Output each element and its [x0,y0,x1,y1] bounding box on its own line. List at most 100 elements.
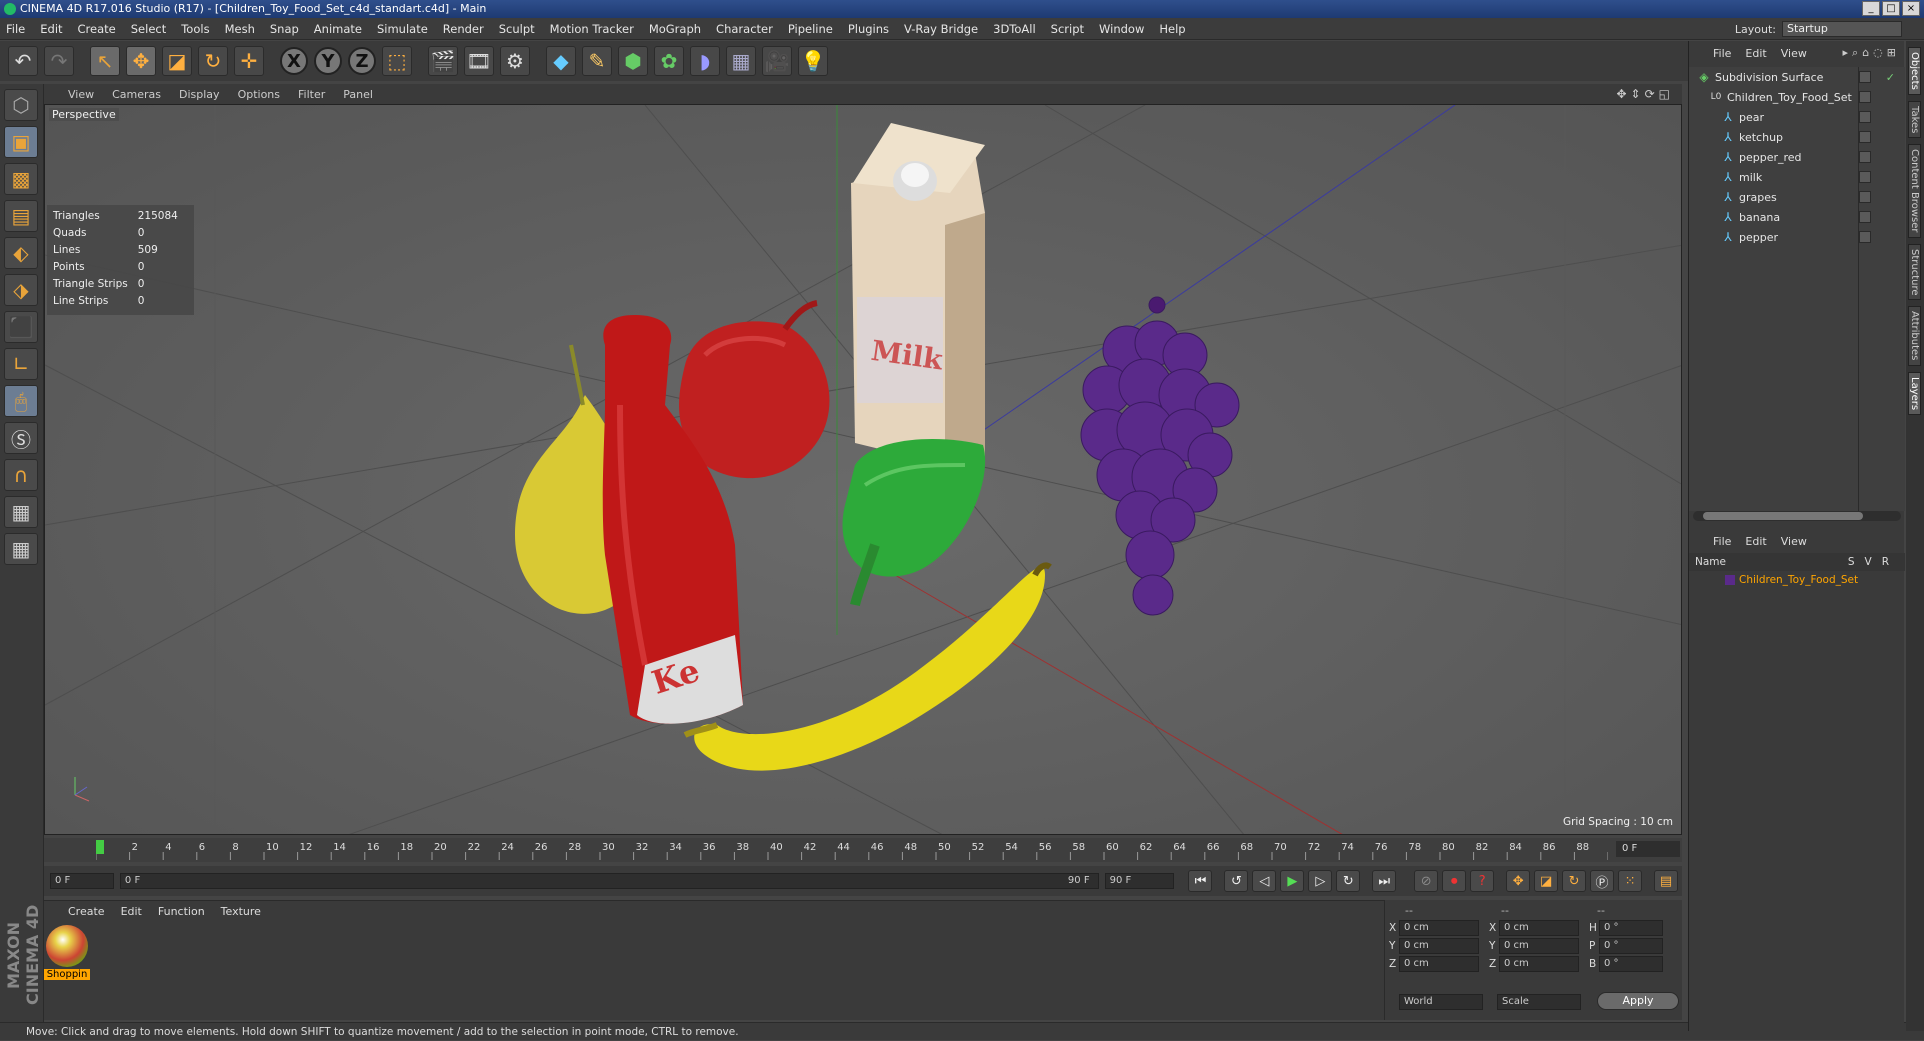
side-tab-content-browser[interactable]: Content Browser [1908,144,1921,238]
start-frame-field[interactable]: 0 F [50,873,114,889]
size-field[interactable]: 0 cm [1499,920,1579,936]
side-tab-attributes[interactable]: Attributes [1908,306,1921,366]
object-row-subdivision-surface[interactable]: ◈ Subdivision Surface ✓ [1689,67,1905,87]
viewport-nav-icons[interactable]: ✥⇕⟳◱ [1616,87,1674,101]
layers-menu-view[interactable]: View [1781,535,1807,548]
key-param-icon[interactable]: Ⓟ [1590,870,1615,892]
layers-menu-edit[interactable]: Edit [1745,535,1766,548]
maximize-button[interactable]: □ [1882,1,1900,16]
object-hscroll[interactable] [1693,511,1901,521]
key-position-icon[interactable]: ✥ [1506,870,1531,892]
rotate-tool-icon[interactable]: ↻ [198,46,228,76]
playhead[interactable] [96,840,104,854]
menu-3dtoall[interactable]: 3DToAll [993,22,1036,36]
menu-mesh[interactable]: Mesh [225,22,255,36]
enabled-check-icon[interactable]: ✓ [1886,71,1895,84]
visibility-tag[interactable] [1859,211,1871,223]
green-pepper[interactable] [842,439,986,607]
rotation-field[interactable]: 0 ° [1599,920,1663,936]
menu-file[interactable]: File [6,22,25,36]
x-axis-lock-button[interactable]: X [280,47,308,75]
workplane-grid-icon[interactable]: ▦ [4,533,38,565]
menu-animate[interactable]: Animate [314,22,362,36]
viewport-perspective[interactable]: Milk Ke Perspective Triangles 215084 Qua… [44,104,1682,835]
move-tool-icon[interactable]: ✥ [126,46,156,76]
mograph-cloner-icon[interactable]: ✿ [654,46,684,76]
camera-icon[interactable]: 🎥 [762,46,792,76]
object-row-banana[interactable]: ⅄ banana [1689,207,1905,227]
tweak-mode-icon[interactable]: 🖱 [4,385,38,417]
menu-sculpt[interactable]: Sculpt [499,22,535,36]
object-row-milk[interactable]: ⅄ milk [1689,167,1905,187]
side-tab-takes[interactable]: Takes [1908,100,1921,139]
timeline-ruler[interactable]: 0246810121416182022242628303234363840424… [96,840,1608,860]
go-to-start-icon[interactable]: ⏮ [1188,870,1213,892]
menu-render[interactable]: Render [443,22,484,36]
apply-button[interactable]: Apply [1597,992,1679,1010]
keyframe-selection-icon[interactable]: ⊘ [1414,870,1439,892]
object-row-pepper[interactable]: ⅄ pepper [1689,227,1905,247]
next-frame-icon[interactable]: ▷ [1308,870,1333,892]
viewport-menu-display[interactable]: Display [179,88,220,101]
deformer-icon[interactable]: ◗ [690,46,720,76]
prev-frame-icon[interactable]: ◁ [1252,870,1277,892]
position-field[interactable]: 0 cm [1399,938,1479,954]
objects-menu-view[interactable]: View [1781,47,1807,60]
visibility-tag[interactable] [1859,171,1871,183]
object-row-pepper-red[interactable]: ⅄ pepper_red [1689,147,1905,167]
menu-simulate[interactable]: Simulate [377,22,428,36]
menu-v-ray-bridge[interactable]: V-Ray Bridge [904,22,978,36]
workplane-mode-icon[interactable]: ▤ [4,200,38,232]
layers-menu-file[interactable]: File [1713,535,1731,548]
subdivision-icon[interactable]: ⬢ [618,46,648,76]
objects-menu-file[interactable]: File [1713,47,1731,60]
key-rotation-icon[interactable]: ↻ [1562,870,1587,892]
red-pepper[interactable] [679,300,830,479]
snap-magnet-icon[interactable]: ∩ [4,459,38,491]
render-settings-icon[interactable]: ⚙ [500,46,530,76]
visibility-tag[interactable] [1859,91,1871,103]
render-picture-viewer-icon[interactable]: 🎞 [464,46,494,76]
light-icon[interactable]: 💡 [798,46,828,76]
end-frame-field[interactable]: 90 F [1104,873,1175,889]
autokey-icon[interactable]: ? [1470,870,1495,892]
object-row-grapes[interactable]: ⅄ grapes [1689,187,1905,207]
prev-key-icon[interactable]: ↺ [1224,870,1249,892]
menu-edit[interactable]: Edit [40,22,62,36]
rotation-field[interactable]: 0 ° [1599,938,1663,954]
next-key-icon[interactable]: ↻ [1336,870,1361,892]
side-tab-layers[interactable]: Layers [1908,371,1921,415]
menu-select[interactable]: Select [131,22,166,36]
side-tab-structure[interactable]: Structure [1908,243,1921,301]
side-tab-objects[interactable]: Objects [1908,47,1921,95]
go-to-end-icon[interactable]: ⏭ [1372,870,1397,892]
frame-range-slider[interactable]: 0 F 90 F [119,873,1099,889]
material-menu-edit[interactable]: Edit [121,905,142,918]
points-mode-icon[interactable]: ⬖ [4,237,38,269]
z-axis-lock-button[interactable]: Z [348,47,376,75]
menu-mograph[interactable]: MoGraph [649,22,701,36]
close-button[interactable]: × [1902,1,1920,16]
key-scale-icon[interactable]: ◪ [1534,870,1559,892]
floor-icon[interactable]: ▦ [726,46,756,76]
timeline-window-icon[interactable]: ▤ [1654,870,1678,892]
menu-character[interactable]: Character [716,22,773,36]
material-menu-texture[interactable]: Texture [221,905,261,918]
edges-mode-icon[interactable]: ⬗ [4,274,38,306]
make-editable-icon[interactable]: ⬡ [4,89,38,121]
position-field[interactable]: 0 cm [1399,920,1479,936]
material-menu-function[interactable]: Function [158,905,205,918]
coordinate-system-icon[interactable]: ⬚ [382,46,412,76]
minimize-button[interactable]: _ [1862,1,1880,16]
objects-menu-edit[interactable]: Edit [1745,47,1766,60]
model-mode-icon[interactable]: ▣ [4,126,38,158]
visibility-tag[interactable] [1859,231,1871,243]
viewport-menu-cameras[interactable]: Cameras [112,88,161,101]
undo-icon[interactable]: ↶ [8,46,38,76]
menu-pipeline[interactable]: Pipeline [788,22,833,36]
cube-primitive-icon[interactable]: ◆ [546,46,576,76]
visibility-tag[interactable] [1859,151,1871,163]
material-swatch[interactable]: Shoppin [44,923,90,985]
workplane-lock-icon[interactable]: ▦ [4,496,38,528]
size-field[interactable]: 0 cm [1499,938,1579,954]
